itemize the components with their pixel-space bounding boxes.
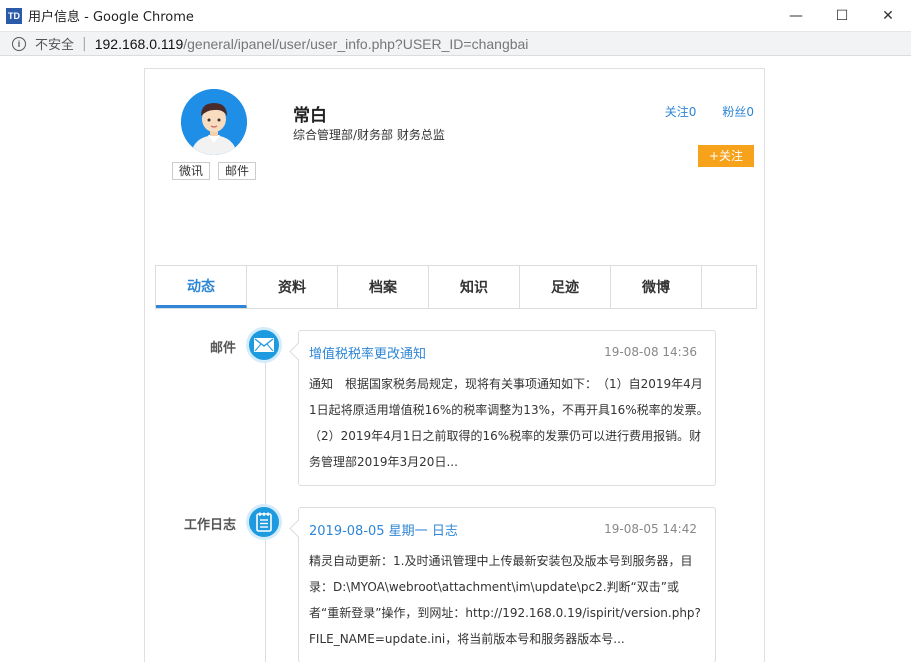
timeline-line [265, 329, 266, 662]
user-name: 常白 [293, 106, 327, 126]
tab-weibo[interactable]: 微博 [611, 266, 702, 308]
window-controls: — ☐ ✕ [773, 0, 911, 32]
address-bar[interactable]: i 不安全 | 192.168.0.119/general/ipanel/use… [0, 32, 911, 56]
user-department: 综合管理部/财务部 财务总监 [293, 128, 445, 142]
followers-link[interactable]: 粉丝0 [722, 103, 754, 120]
window-title-bar: TD 用户信息 - Google Chrome — ☐ ✕ [0, 0, 911, 32]
avatar [181, 89, 247, 155]
timeline-label-mail: 邮件 [210, 341, 237, 356]
minimize-button[interactable]: — [773, 0, 819, 32]
address-separator: | [82, 35, 87, 52]
tab-activity[interactable]: 动态 [156, 266, 247, 308]
contact-buttons: 微讯 邮件 [172, 162, 257, 180]
page-content: 微讯 邮件 常白 综合管理部/财务部 财务总监 关注0 粉丝0 +关注 动态 资… [0, 57, 911, 662]
following-link[interactable]: 关注0 [665, 103, 697, 120]
url-host: 192.168.0.119 [94, 35, 184, 52]
tab-footprint[interactable]: 足迹 [520, 266, 611, 308]
url-path: /general/ipanel/user/user_info.php?USER_… [183, 35, 529, 52]
notepad-icon [246, 504, 282, 540]
timeline-label-worklog: 工作日志 [184, 518, 237, 533]
timeline-entry[interactable]: 2019-08-05 星期一 日志 19-08-05 14:42 精灵自动更新：… [298, 507, 716, 662]
window-title: 用户信息 - Google Chrome [28, 10, 194, 25]
profile-tabs: 动态 资料 档案 知识 足迹 微博 [155, 265, 757, 309]
app-logo-icon: TD [6, 7, 22, 24]
user-avatar-icon [181, 89, 247, 155]
weixun-button[interactable]: 微讯 [172, 162, 211, 180]
tab-archive[interactable]: 档案 [338, 266, 429, 308]
tab-knowledge[interactable]: 知识 [429, 266, 520, 308]
entry-timestamp: 19-08-08 14:36 [604, 345, 697, 359]
email-button[interactable]: 邮件 [218, 162, 257, 180]
tab-info[interactable]: 资料 [247, 266, 338, 308]
url-text[interactable]: 192.168.0.119/general/ipanel/user/user_i… [95, 36, 529, 52]
security-label[interactable]: 不安全 [35, 34, 74, 53]
entry-body: 通知 根据国家税务局规定，现将有关事项通知如下： （1）自2019年4月1日起将… [309, 377, 715, 469]
info-icon[interactable]: i [12, 36, 26, 51]
user-profile-card: 微讯 邮件 常白 综合管理部/财务部 财务总监 关注0 粉丝0 +关注 动态 资… [144, 68, 765, 662]
close-button[interactable]: ✕ [865, 0, 911, 32]
follow-stats: 关注0 粉丝0 [665, 103, 754, 120]
mail-icon [246, 327, 282, 363]
maximize-button[interactable]: ☐ [819, 0, 865, 32]
entry-timestamp: 19-08-05 14:42 [604, 522, 697, 536]
timeline-entry[interactable]: 增值税税率更改通知 19-08-08 14:36 通知 根据国家税务局规定，现将… [298, 330, 716, 486]
follow-button[interactable]: +关注 [698, 145, 754, 167]
entry-body: 精灵自动更新：1.及时通讯管理中上传最新安装包及版本号到服务器，目录：D:\MY… [309, 554, 701, 646]
